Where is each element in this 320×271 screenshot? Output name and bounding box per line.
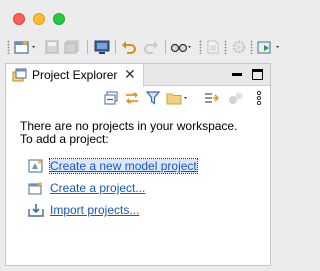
- maximize-view-button[interactable]: [252, 69, 263, 80]
- redo-button[interactable]: [142, 38, 160, 56]
- collapse-all-icon: [104, 91, 118, 105]
- toolbar-grip[interactable]: [199, 40, 202, 54]
- tab-project-explorer[interactable]: Project Explorer ✕: [6, 64, 144, 87]
- redo-icon: [143, 40, 159, 54]
- project-explorer-icon: [12, 68, 28, 86]
- terminal-icon: [94, 40, 110, 54]
- collapse-all-button[interactable]: [104, 90, 118, 106]
- toolbar-grip[interactable]: [250, 40, 253, 54]
- toolbar-separator: [87, 40, 88, 54]
- glasses-icon: [170, 40, 194, 54]
- decorator-icon: [228, 91, 244, 105]
- model-project-icon: [28, 159, 50, 173]
- empty-workspace-content: There are no projects in your workspace.…: [20, 120, 266, 218]
- project-explorer-view: Project Explorer ✕ There are no projects…: [5, 63, 271, 266]
- filter-icon: [146, 91, 160, 105]
- link-with-editor-icon: [204, 91, 220, 105]
- sync-icon: [124, 91, 140, 105]
- view-toolbar: [6, 87, 270, 109]
- create-model-project-row: Create a new model project: [28, 158, 198, 174]
- close-icon[interactable]: ✕: [124, 67, 136, 81]
- glasses-button[interactable]: [170, 38, 194, 56]
- create-model-project-link[interactable]: Create a new model project: [49, 158, 198, 174]
- window-title-bar: [0, 0, 287, 34]
- toolbar-grip[interactable]: [7, 40, 10, 54]
- minimize-view-button[interactable]: [232, 70, 242, 80]
- minimize-window-button[interactable]: [33, 13, 45, 25]
- zoom-window-button[interactable]: [53, 13, 65, 25]
- toolbar-grip[interactable]: [224, 40, 227, 54]
- filter-button[interactable]: [146, 90, 160, 106]
- undo-icon: [121, 40, 137, 54]
- link-with-editor-button[interactable]: [124, 90, 140, 106]
- create-project-row: Create a project...: [28, 180, 145, 196]
- sync-button[interactable]: [204, 90, 220, 106]
- run-icon: [256, 39, 286, 55]
- settings-button[interactable]: [231, 38, 247, 56]
- new-project-icon: [28, 181, 50, 195]
- save-all-icon: [64, 40, 80, 54]
- import-projects-link[interactable]: Import projects...: [50, 203, 139, 217]
- save-button[interactable]: [44, 38, 60, 56]
- run-button[interactable]: [256, 38, 286, 56]
- document-icon: [207, 40, 219, 54]
- terminal-button[interactable]: [93, 38, 111, 56]
- folder-menu-button[interactable]: [166, 90, 192, 106]
- save-all-button[interactable]: [63, 38, 81, 56]
- new-wizard-button[interactable]: [13, 38, 39, 56]
- view-menu-icon: [256, 91, 262, 105]
- undo-button[interactable]: [120, 38, 138, 56]
- document-button[interactable]: [206, 38, 220, 56]
- new-wizard-icon: [13, 39, 39, 55]
- gear-icon: [232, 40, 246, 54]
- decorator-button[interactable]: [228, 90, 244, 106]
- import-icon: [28, 203, 50, 217]
- view-tab-strip: Project Explorer ✕: [6, 64, 270, 87]
- view-menu-button[interactable]: [256, 90, 262, 106]
- main-toolbar: [0, 34, 287, 60]
- folder-icon: [166, 91, 192, 105]
- import-projects-row: Import projects...: [28, 202, 139, 218]
- toolbar-separator: [165, 40, 166, 54]
- tab-label: Project Explorer: [32, 68, 118, 82]
- empty-message-line2: To add a project:: [20, 132, 109, 146]
- toolbar-separator: [115, 40, 116, 54]
- close-window-button[interactable]: [13, 13, 25, 25]
- create-project-link[interactable]: Create a project...: [50, 181, 145, 195]
- save-icon: [45, 40, 59, 54]
